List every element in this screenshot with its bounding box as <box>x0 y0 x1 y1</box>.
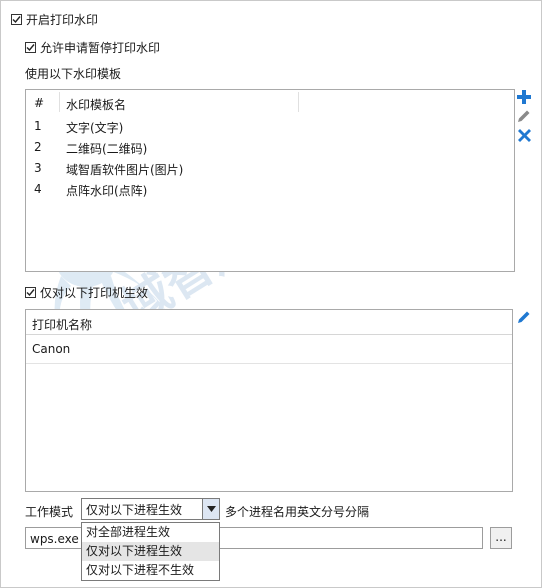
header-divider <box>59 92 60 112</box>
browse-button[interactable]: ... <box>490 527 512 549</box>
template-row-num: 3 <box>34 161 42 175</box>
row-divider <box>26 363 512 364</box>
printer-only-checkbox[interactable] <box>25 287 36 298</box>
template-header-name: 水印模板名 <box>66 98 127 112</box>
header-divider <box>298 92 299 112</box>
work-mode-hint: 多个进程名用英文分号分隔 <box>225 505 370 519</box>
enable-watermark-row[interactable]: 开启打印水印 <box>11 11 98 28</box>
printer-row-name[interactable]: Canon <box>32 342 70 356</box>
work-mode-select[interactable]: 仅对以下进程生效 <box>81 498 220 520</box>
work-mode-selected: 仅对以下进程生效 <box>86 502 183 517</box>
work-mode-label: 工作模式 <box>25 505 74 519</box>
template-row-num: 2 <box>34 140 42 154</box>
printer-header-name: 打印机名称 <box>32 318 93 332</box>
printer-only-row[interactable]: 仅对以下打印机生效 <box>25 284 148 301</box>
template-row-num: 4 <box>34 182 42 196</box>
process-input-value: wps.exe <box>30 532 79 546</box>
template-row-name[interactable]: 域智盾软件图片(图片) <box>66 161 183 178</box>
work-mode-option[interactable]: 仅对以下进程不生效 <box>82 561 219 580</box>
template-row-name[interactable]: 二维码(二维码) <box>66 140 147 157</box>
work-mode-dropdown: 对全部进程生效 仅对以下进程生效 仅对以下进程不生效 <box>81 522 220 581</box>
header-divider <box>26 334 512 335</box>
enable-watermark-checkbox[interactable] <box>11 14 22 25</box>
template-row-name[interactable]: 点阵水印(点阵) <box>66 182 147 199</box>
delete-icon[interactable] <box>516 127 532 143</box>
template-row-num: 1 <box>34 119 42 133</box>
chevron-down-icon[interactable] <box>202 499 219 519</box>
template-header-num: # <box>34 96 45 110</box>
printer-only-label: 仅对以下打印机生效 <box>40 286 149 300</box>
template-table: # 水印模板名 1 文字(文字) 2 二维码(二维码) 3 域智盾软件图片(图片… <box>25 89 515 272</box>
printer-table: 打印机名称 Canon <box>25 309 513 492</box>
add-icon[interactable] <box>516 89 532 105</box>
work-mode-option-highlighted[interactable]: 仅对以下进程生效 <box>82 542 219 561</box>
browse-button-label: ... <box>495 530 507 544</box>
template-section-label: 使用以下水印模板 <box>25 67 122 81</box>
settings-panel: 域智盾软件 开启打印水印 允许申请暂停打印水印 使用以下水印模板 # 水印模板名… <box>0 0 542 588</box>
allow-pause-row[interactable]: 允许申请暂停打印水印 <box>25 39 160 56</box>
work-mode-option[interactable]: 对全部进程生效 <box>82 523 219 542</box>
enable-watermark-label: 开启打印水印 <box>26 13 99 27</box>
pencil-icon[interactable] <box>516 309 532 325</box>
allow-pause-checkbox[interactable] <box>25 42 36 53</box>
allow-pause-label: 允许申请暂停打印水印 <box>40 41 161 55</box>
template-row-name[interactable]: 文字(文字) <box>66 119 123 136</box>
pencil-icon[interactable] <box>516 108 532 124</box>
